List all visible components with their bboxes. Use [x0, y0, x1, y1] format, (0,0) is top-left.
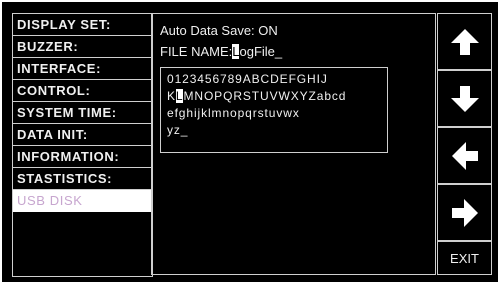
menu-item-buzzer[interactable]: BUZZER:: [13, 36, 152, 58]
menu-item-system-time[interactable]: SYSTEM TIME:: [13, 102, 152, 124]
keyboard-row-2[interactable]: KLMNOPQRSTUVWXYZabcd: [167, 88, 387, 105]
up-button[interactable]: [437, 13, 492, 70]
navigation-buttons: EXIT: [437, 13, 492, 275]
arrow-up-icon: [450, 28, 479, 55]
auto-save-status: Auto Data Save: ON: [160, 23, 278, 38]
keyboard-chars[interactable]: MNOPQRSTUVWXYZabcd: [183, 89, 346, 103]
auto-save-value[interactable]: ON: [258, 23, 278, 38]
menu-item-usb-disk[interactable]: USB DISK: [13, 190, 152, 212]
down-button[interactable]: [437, 70, 492, 127]
character-keyboard[interactable]: 0123456789ABCDEFGHIJ KLMNOPQRSTUVWXYZabc…: [160, 67, 388, 153]
menu-item-statistics[interactable]: STASTISTICS:: [13, 168, 152, 190]
right-button[interactable]: [437, 184, 492, 241]
keyboard-row-4[interactable]: yz_: [167, 122, 387, 139]
device-screen: DISPLAY SET: BUZZER: INTERFACE: CONTROL:…: [2, 2, 498, 282]
file-name-field[interactable]: FILE NAME:LogFile_: [160, 44, 282, 59]
menu-item-control[interactable]: CONTROL:: [13, 80, 152, 102]
arrow-down-icon: [450, 85, 479, 112]
menu-item-data-init[interactable]: DATA INIT:: [13, 124, 152, 146]
file-name-value: ogFile_: [239, 44, 283, 59]
menu-item-interface[interactable]: INTERFACE:: [13, 58, 152, 80]
menu-item-information[interactable]: INFORMATION:: [13, 146, 152, 168]
arrow-left-icon: [451, 141, 478, 170]
left-button[interactable]: [437, 127, 492, 184]
menu-item-display-set[interactable]: DISPLAY SET:: [13, 14, 152, 36]
keyboard-row-1[interactable]: 0123456789ABCDEFGHIJ: [167, 71, 387, 88]
file-name-label: FILE NAME:: [160, 44, 233, 59]
arrow-right-icon: [451, 198, 478, 227]
exit-button[interactable]: EXIT: [437, 241, 492, 275]
exit-label: EXIT: [450, 250, 479, 266]
keyboard-row-3[interactable]: efghijklmnopqrstuvwx: [167, 105, 387, 122]
auto-save-label: Auto Data Save:: [160, 23, 255, 38]
usb-disk-panel: Auto Data Save: ON FILE NAME:LogFile_ 01…: [151, 13, 436, 275]
settings-menu: DISPLAY SET: BUZZER: INTERFACE: CONTROL:…: [12, 13, 153, 277]
keyboard-chars[interactable]: K: [167, 89, 176, 103]
